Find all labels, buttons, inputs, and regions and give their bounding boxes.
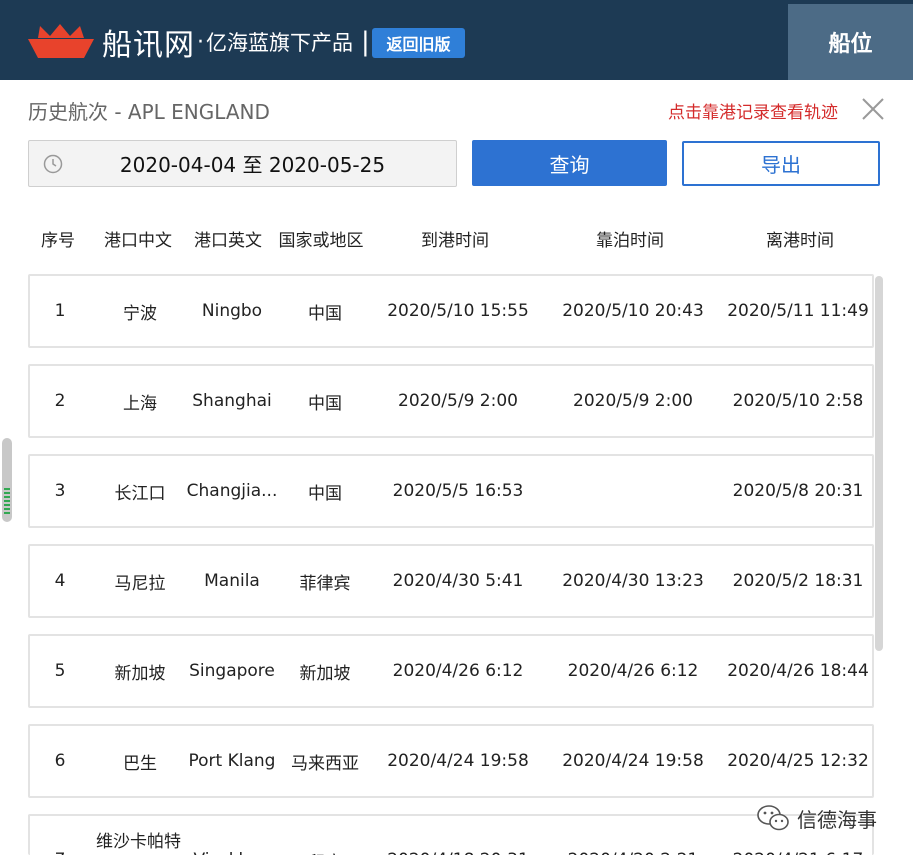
column-header-departure: 离港时间 (766, 231, 834, 251)
column-header-port-en: 港口英文 (194, 231, 262, 251)
date-range-input[interactable]: 2020-04-04 至 2020-05-25 (28, 140, 457, 187)
cell-berthing: 2020/4/24 19:58 (562, 751, 704, 771)
column-header-port-cn: 港口中文 (104, 231, 172, 251)
cell-berthing: 2020/4/26 6:12 (567, 661, 699, 681)
table-row[interactable]: 2 上海 Shanghai 中国 2020/5/9 2:00 2020/5/9 … (28, 364, 874, 438)
cell-country: 菲律宾 (299, 573, 351, 594)
column-header-berthing: 靠泊时间 (596, 231, 664, 251)
cell-arrival: 2020/4/18 20:31 (374, 816, 542, 855)
cell-port-en: Shanghai (192, 391, 272, 411)
brand-name: 船讯网 · 亿海蓝旗下产品 | (102, 22, 380, 63)
return-old-version-button[interactable]: 返回旧版 (372, 28, 465, 58)
cell-port-cn: 上海 (123, 393, 157, 414)
cell-no: 6 (54, 751, 66, 771)
table-row[interactable]: 1 宁波 Ningbo 中国 2020/5/10 15:55 2020/5/10… (28, 274, 874, 348)
cell-port-cn: 维沙卡帕特 (96, 832, 181, 852)
brand-subtitle: 亿海蓝旗下产品 (206, 31, 353, 55)
brand-main: 船讯网 (102, 28, 195, 63)
cell-port-en: Manila (204, 571, 260, 591)
cell-country: 中国 (308, 393, 342, 414)
cell-no: 2 (54, 391, 66, 411)
column-header-no: 序号 (41, 231, 75, 251)
cell-departure: 2020/5/11 11:49 (727, 301, 869, 321)
brand-separator: | (361, 27, 370, 57)
wechat-icon (757, 805, 789, 831)
table-row[interactable]: 3 长江口 Changjia... 中国 2020/5/5 16:53 2020… (28, 454, 874, 528)
cell-port-en: Visakhap (184, 816, 280, 855)
cell-port-cn: 宁波 (123, 303, 157, 324)
track-hint-link[interactable]: 点击靠港记录查看轨迹 (668, 98, 838, 123)
brand-dot: · (197, 29, 204, 55)
cell-port-cn: 马尼拉 (114, 573, 166, 594)
cell-departure: 2020/4/26 18:44 (727, 661, 869, 681)
tab-berth[interactable]: 船位 (788, 4, 913, 80)
cell-berthing (548, 456, 718, 526)
cell-no: 3 (54, 481, 66, 501)
cell-berthing: 2020/4/30 13:23 (562, 571, 704, 591)
cell-country: 中国 (308, 483, 342, 504)
column-header-country: 国家或地区 (278, 231, 364, 251)
cell-arrival: 2020/5/9 2:00 (398, 391, 518, 411)
watermark-text: 信德海事 (797, 807, 877, 832)
cell-departure: 2020/4/25 12:32 (727, 751, 869, 771)
cell-no: 1 (54, 301, 66, 321)
table-row[interactable]: 7 维沙卡帕特 Visakhap 印度 2020/4/18 20:31 2020… (28, 814, 874, 855)
top-bar: 船讯网 · 亿海蓝旗下产品 | 返回旧版 船位 (0, 0, 913, 80)
date-range-value: 2020-04-04 至 2020-05-25 (119, 153, 386, 177)
table-row[interactable]: 6 巴生 Port Klang 马来西亚 2020/4/24 19:58 202… (28, 724, 874, 798)
scroll-grip-icon (4, 488, 10, 514)
cell-arrival: 2020/5/5 16:53 (392, 481, 524, 501)
cell-port-en: Changjia... (186, 481, 278, 501)
cell-port-en: Ningbo (201, 301, 263, 321)
cell-berthing: 2020/5/9 2:00 (573, 391, 693, 411)
cell-arrival: 2020/4/30 5:41 (392, 571, 524, 591)
cell-departure: 2020/5/2 18:31 (732, 571, 864, 591)
column-header-arrival: 到港时间 (421, 231, 489, 251)
cell-departure: 2020/5/8 20:31 (732, 481, 864, 501)
cell-no: 5 (54, 661, 66, 681)
side-scrollbar-handle[interactable] (2, 438, 12, 522)
table-row[interactable]: 4 马尼拉 Manila 菲律宾 2020/4/30 5:41 2020/4/3… (28, 544, 874, 618)
cell-arrival: 2020/4/24 19:58 (387, 751, 529, 771)
cell-port-cn: 长江口 (114, 483, 166, 504)
cell-country: 马来西亚 (291, 753, 359, 774)
cell-berthing: 2020/4/20 2:21 (548, 816, 718, 855)
close-icon[interactable] (860, 96, 886, 122)
cell-country: 印度 (280, 816, 370, 855)
export-button[interactable]: 导出 (682, 141, 880, 186)
cell-port-cn: 新加坡 (114, 663, 166, 684)
cell-arrival: 2020/4/26 6:12 (392, 661, 524, 681)
cell-no: 4 (54, 571, 66, 591)
cell-no: 7 (42, 816, 78, 855)
cell-arrival: 2020/5/10 15:55 (387, 301, 529, 321)
boat-logo-icon (28, 24, 94, 58)
query-button[interactable]: 查询 (472, 140, 667, 186)
cell-country: 新加坡 (299, 663, 351, 684)
table-scrollbar[interactable] (875, 276, 883, 651)
cell-port-en: Singapore (189, 661, 275, 681)
table-row[interactable]: 5 新加坡 Singapore 新加坡 2020/4/26 6:12 2020/… (28, 634, 874, 708)
cell-country: 中国 (308, 303, 342, 324)
cell-departure: 2020/5/10 2:58 (732, 391, 864, 411)
cell-berthing: 2020/5/10 20:43 (562, 301, 704, 321)
watermark: 信德海事 (755, 800, 905, 836)
voyage-history-title: 历史航次 - APL ENGLAND (28, 100, 270, 124)
cell-port-en: Port Klang (188, 751, 276, 771)
cell-port-cn: 巴生 (123, 753, 157, 774)
